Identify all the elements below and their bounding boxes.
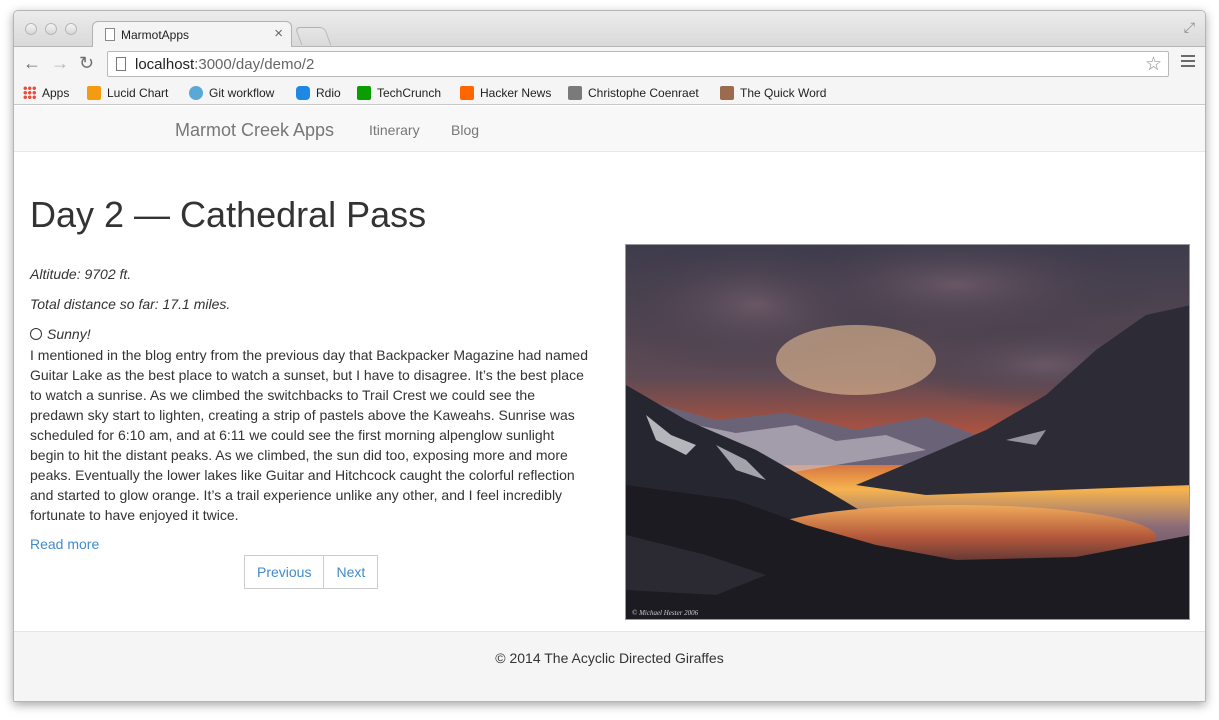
bookmark-the-quick-word[interactable]: The Quick Word <box>720 85 826 101</box>
bookmark-hacker-news[interactable]: Hacker News <box>460 85 551 101</box>
back-icon[interactable]: ← <box>23 53 41 74</box>
bookmark-lucid-chart[interactable]: Lucid Chart <box>87 85 168 101</box>
page-icon <box>116 57 126 71</box>
sunrise-lake-image: © Michael Hester 2006 <box>626 245 1189 619</box>
photo-credit: © Michael Hester 2006 <box>632 609 699 617</box>
quick-word-icon <box>720 86 734 100</box>
bookmark-label: Git workflow <box>209 86 275 100</box>
close-window-button[interactable] <box>25 23 37 35</box>
title-bar: MarmotApps × ⤢ <box>14 11 1205 48</box>
weather-label: Sunny! <box>47 326 91 342</box>
day-photo: © Michael Hester 2006 <box>625 244 1190 620</box>
url-host: localhost <box>135 56 195 73</box>
read-more-link[interactable]: Read more <box>30 536 99 552</box>
pager: Previous Next <box>244 555 379 589</box>
minimize-window-button[interactable] <box>45 23 57 35</box>
tab-title: MarmotApps <box>121 28 190 42</box>
git-workflow-icon <box>189 86 203 100</box>
bookmark-label: Rdio <box>316 86 341 100</box>
browser-toolbar: ← → ↻ localhost:3000/day/demo/2 ☆ <box>14 47 1205 81</box>
bookmark-techcrunch[interactable]: TechCrunch <box>357 85 441 101</box>
distance-text: Total distance so far: 17.1 miles. <box>30 296 231 312</box>
apps-grid-icon <box>23 86 36 99</box>
url-path: :3000/day/demo/2 <box>194 56 315 73</box>
fullscreen-icon[interactable]: ⤢ <box>1184 19 1195 36</box>
bookmark-label: TechCrunch <box>377 86 442 100</box>
bookmark-label: The Quick Word <box>740 86 827 100</box>
zoom-window-button[interactable] <box>65 23 77 35</box>
page-title: Day 2 — Cathedral Pass <box>30 194 427 235</box>
bookmark-label: Lucid Chart <box>107 86 169 100</box>
footer-text: © 2014 The Acyclic Directed Giraffes <box>495 650 724 666</box>
altitude-text: Altitude: 9702 ft. <box>30 266 132 282</box>
site-navbar: Marmot Creek Apps Itinerary Blog <box>14 106 1205 152</box>
page-icon <box>105 28 115 41</box>
site-footer: © 2014 The Acyclic Directed Giraffes <box>14 631 1205 701</box>
bookmark-git-workflow[interactable]: Git workflow <box>189 85 274 101</box>
bookmarks-bar: Apps Lucid Chart Git workflow Rdio TechC… <box>14 81 1205 105</box>
techcrunch-icon <box>357 86 371 100</box>
new-tab-button[interactable] <box>294 27 332 45</box>
bookmark-label: Apps <box>42 86 70 100</box>
close-tab-icon[interactable]: × <box>274 25 283 42</box>
browser-tab[interactable]: MarmotApps × <box>92 21 292 48</box>
url-text[interactable]: localhost:3000/day/demo/2 <box>135 56 314 73</box>
bookmark-label: Christophe Coenraet <box>588 86 699 100</box>
forward-icon[interactable]: → <box>51 53 69 74</box>
site-brand[interactable]: Marmot Creek Apps <box>175 120 334 141</box>
bookmark-star-icon[interactable]: ☆ <box>1145 53 1162 76</box>
reload-icon[interactable]: ↻ <box>79 53 94 74</box>
day-description: I mentioned in the blog entry from the p… <box>30 347 588 523</box>
previous-button[interactable]: Previous <box>244 555 325 589</box>
page-content: Marmot Creek Apps Itinerary Blog Day 2 —… <box>14 106 1205 701</box>
bookmark-christophe-coenraet[interactable]: Christophe Coenraet <box>568 85 704 101</box>
bookmark-label: Hacker News <box>480 86 552 100</box>
rdio-icon <box>296 86 310 100</box>
bookmark-apps[interactable]: Apps <box>23 85 69 101</box>
nav-link-itinerary[interactable]: Itinerary <box>369 122 420 138</box>
browser-menu-icon[interactable] <box>1181 55 1195 67</box>
lucidchart-icon <box>87 86 101 100</box>
address-bar[interactable]: localhost:3000/day/demo/2 ☆ <box>107 51 1169 77</box>
avatar-icon <box>568 86 582 100</box>
next-button[interactable]: Next <box>324 555 379 589</box>
sun-icon <box>30 328 42 340</box>
nav-link-blog[interactable]: Blog <box>451 122 479 138</box>
bookmark-rdio[interactable]: Rdio <box>296 85 341 101</box>
weather-text: Sunny! <box>30 326 91 342</box>
hacker-news-icon <box>460 86 474 100</box>
browser-window: MarmotApps × ⤢ ← → ↻ localhost:3000/day/… <box>13 10 1206 702</box>
